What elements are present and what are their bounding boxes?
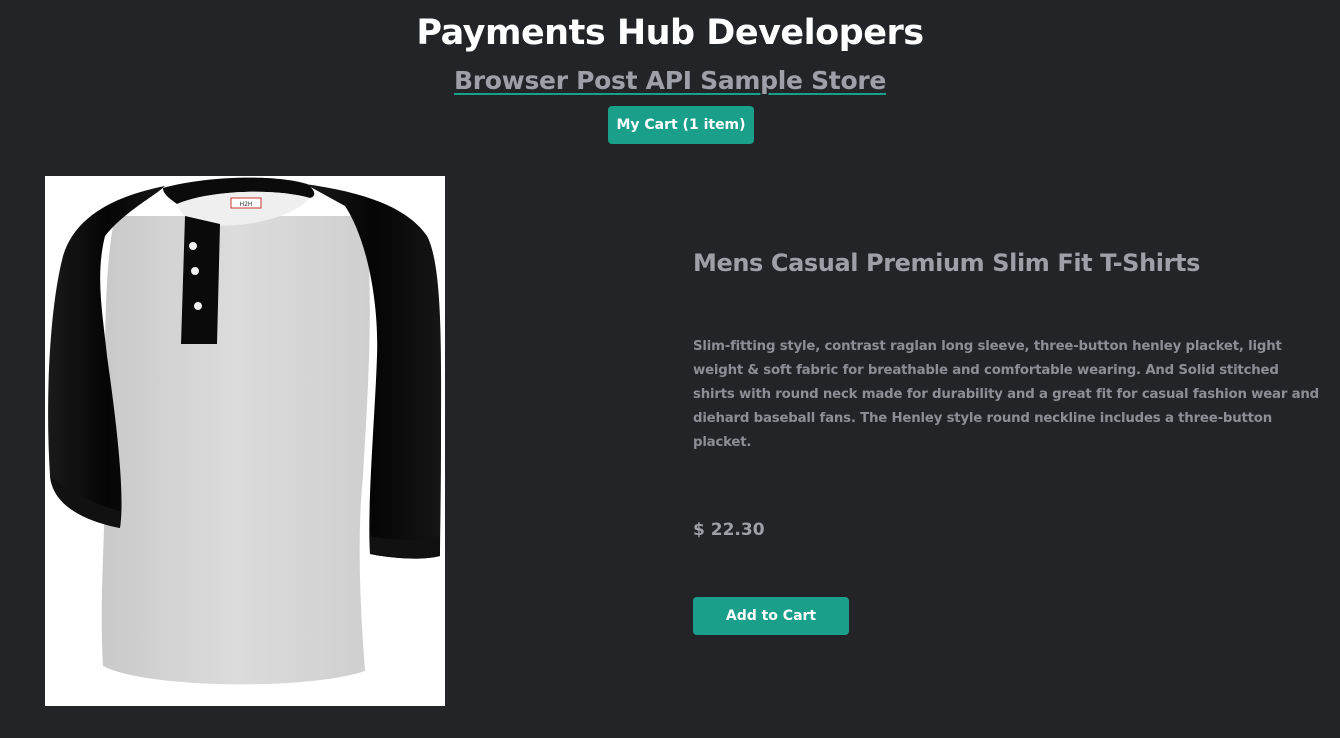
store-title: Browser Post API Sample Store [0, 64, 1340, 98]
site-title: Payments Hub Developers [416, 13, 924, 53]
product-price: $ 22.30 [693, 520, 765, 540]
my-cart-button[interactable]: My Cart (1 item) [608, 106, 754, 144]
product-title: Mens Casual Premium Slim Fit T-Shirts [693, 249, 1200, 277]
product-description: Slim-fitting style, contrast raglan long… [693, 339, 1319, 450]
product-image: H2H [45, 176, 445, 706]
store-link[interactable]: Browser Post API Sample Store [454, 66, 886, 95]
add-to-cart-button[interactable]: Add to Cart [693, 597, 849, 635]
shirt-tag-text: H2H [240, 201, 253, 208]
shirt-image: H2H [48, 177, 442, 685]
